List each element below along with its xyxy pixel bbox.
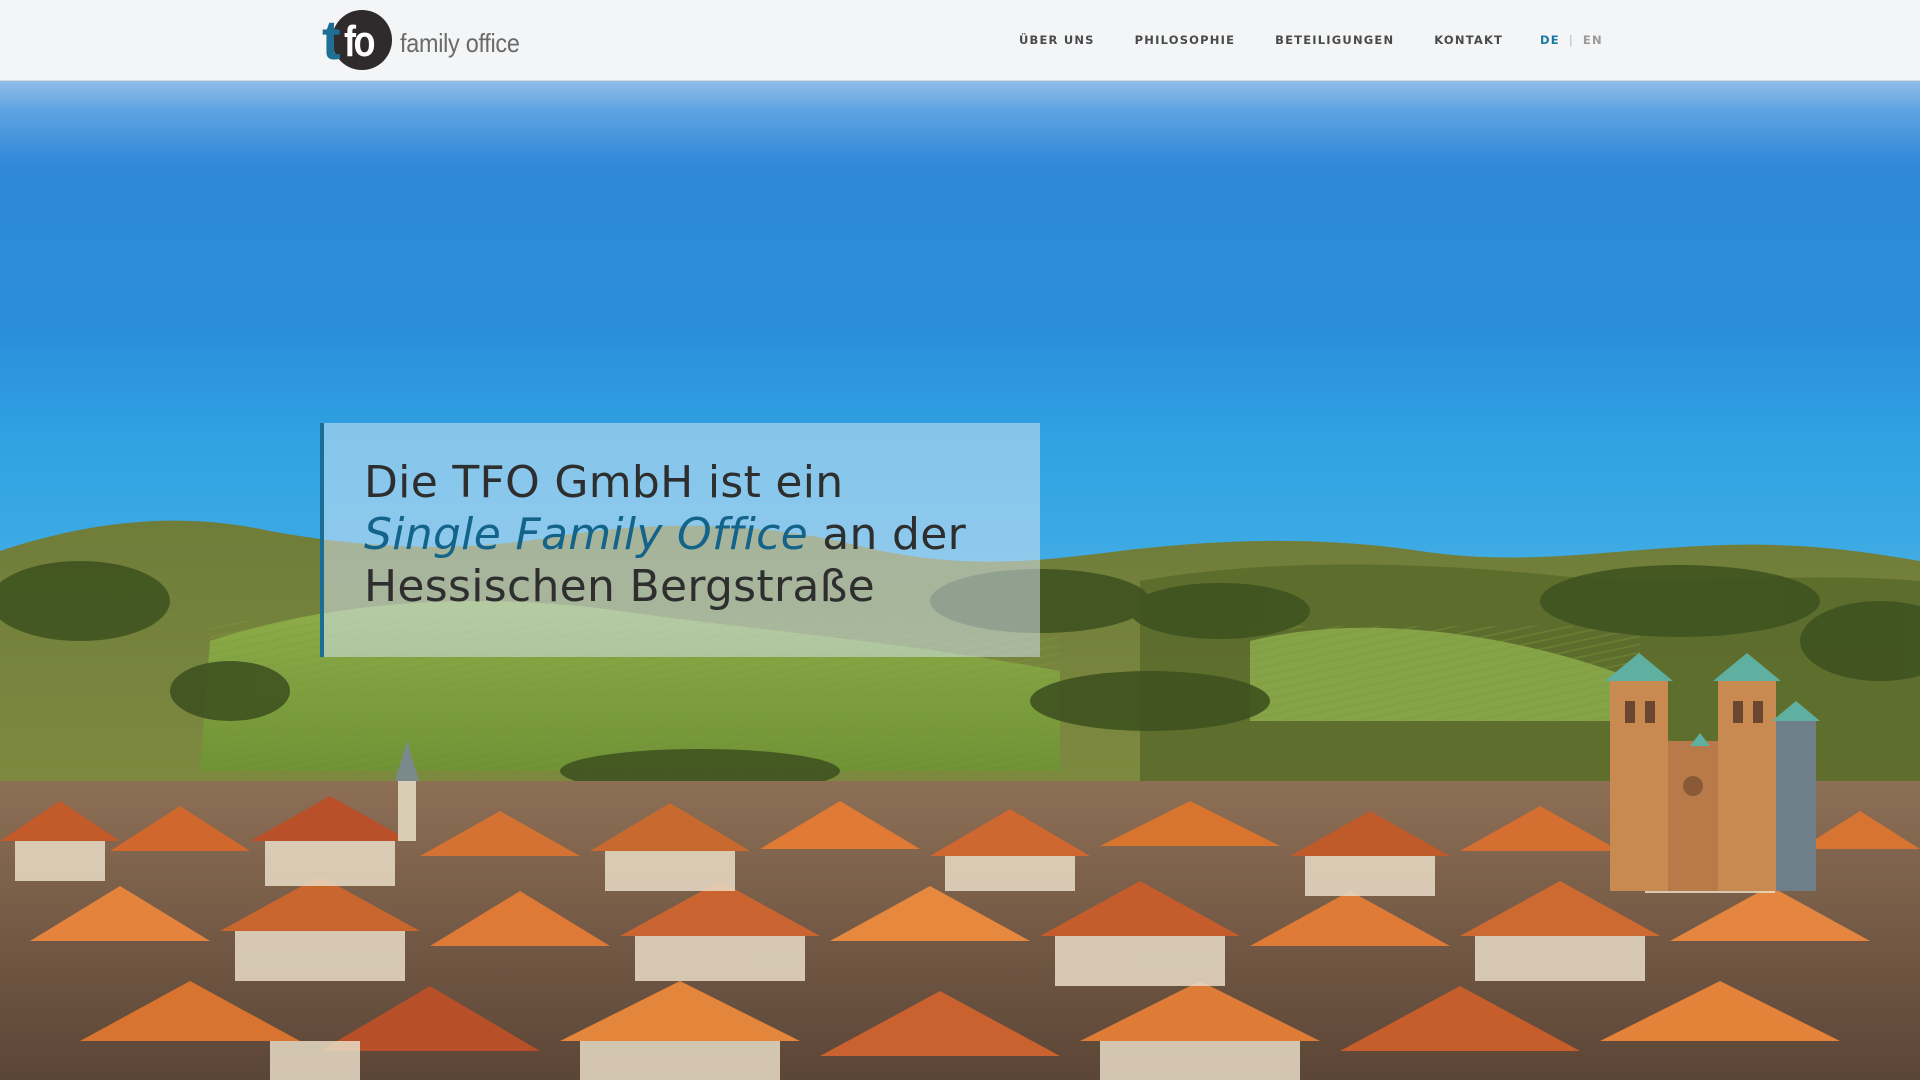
logo-link[interactable]: t fo family office: [322, 8, 533, 72]
headline-line-3: Hessischen Bergstraße: [364, 561, 875, 612]
nav-item-beteiligungen[interactable]: BETEILIGUNGEN: [1275, 33, 1394, 47]
nav-item-kontakt[interactable]: KONTAKT: [1434, 33, 1503, 47]
language-de-link[interactable]: DE: [1540, 33, 1560, 47]
headline-line-2-rest: an der: [807, 509, 966, 560]
logo-mark-fo: fo: [344, 17, 376, 66]
hero-headline: Die TFO GmbH ist ein Single Family Offic…: [364, 457, 1040, 613]
language-en-link[interactable]: EN: [1583, 33, 1603, 47]
vineyard-rows-right: [1250, 626, 1640, 721]
logo-text: family office: [400, 27, 520, 58]
site-header: t fo family office ÜBER UNS PHILOSOPHIE …: [0, 0, 1920, 81]
tfo-logo-icon: t fo: [322, 8, 392, 72]
language-separator: |: [1568, 33, 1574, 47]
main-nav: ÜBER UNS PHILOSOPHIE BETEILIGUNGEN KONTA…: [1000, 0, 1543, 80]
headline-line-1: Die TFO GmbH ist ein: [364, 457, 844, 508]
logo-mark-t: t: [322, 8, 341, 71]
nav-item-ueber-uns[interactable]: ÜBER UNS: [1019, 33, 1095, 47]
nav-item-philosophie[interactable]: PHILOSOPHIE: [1135, 33, 1235, 47]
headline-panel: Die TFO GmbH ist ein Single Family Offic…: [320, 423, 1040, 657]
language-switcher: DE | EN: [1540, 0, 1603, 80]
headline-emphasis: Single Family Office: [364, 509, 808, 560]
hero-section: Die TFO GmbH ist ein Single Family Offic…: [0, 81, 1920, 1080]
